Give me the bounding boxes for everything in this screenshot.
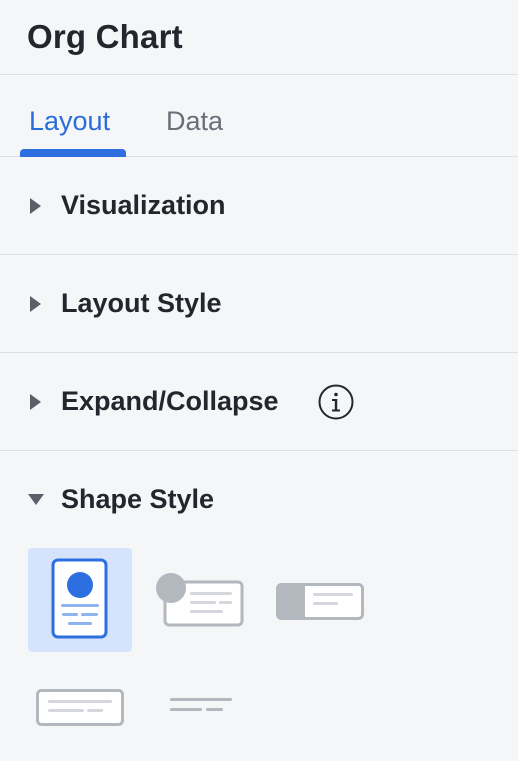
section-layout-style[interactable]: Layout Style <box>0 255 518 353</box>
tab-bar: Layout Data <box>0 75 518 157</box>
shape-option-lines-only[interactable] <box>154 684 250 732</box>
info-icon[interactable] <box>318 384 354 420</box>
vertical-card-icon <box>51 558 108 639</box>
tab-layout[interactable]: Layout <box>29 106 110 137</box>
shape-option-text-card[interactable] <box>32 684 128 732</box>
tab-data[interactable]: Data <box>166 106 223 137</box>
panel-title: Org Chart <box>27 18 183 55</box>
caret-right-icon <box>30 394 41 410</box>
shape-option-side-block[interactable] <box>272 577 368 625</box>
lines-only-icon <box>170 698 232 711</box>
section-label: Layout Style <box>61 288 222 318</box>
caret-right-icon <box>30 296 41 312</box>
panel-header: Org Chart <box>0 0 518 75</box>
caret-down-icon[interactable] <box>28 494 44 505</box>
shape-option-horizontal-photo[interactable] <box>150 569 246 631</box>
section-shape-style: Shape Style <box>0 451 518 761</box>
section-label: Visualization <box>61 190 226 220</box>
caret-right-icon <box>30 198 41 214</box>
text-card-icon <box>36 689 124 726</box>
side-block-card-icon <box>276 583 364 620</box>
section-expand-collapse[interactable]: Expand/Collapse <box>0 353 518 451</box>
active-tab-indicator <box>20 149 126 157</box>
section-label[interactable]: Shape Style <box>61 484 214 515</box>
section-label: Expand/Collapse <box>61 386 279 416</box>
shape-option-vertical-photo[interactable] <box>28 548 132 652</box>
section-visualization[interactable]: Visualization <box>0 157 518 255</box>
org-chart-settings-panel: Org Chart Layout Data Visualization Layo… <box>0 0 518 760</box>
horizontal-card-icon <box>156 573 244 627</box>
